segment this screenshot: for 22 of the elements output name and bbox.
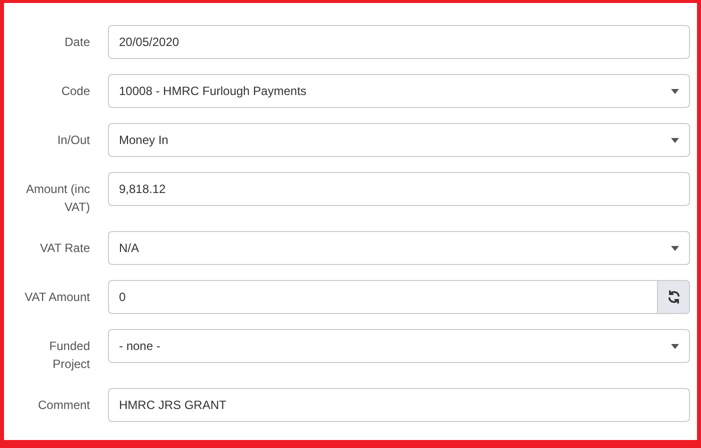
select-field[interactable]: 10008 - HMRC Furlough Payments [108, 74, 690, 108]
field-label: Amount (inc VAT) [24, 181, 90, 216]
select-field[interactable]: - none - [108, 329, 690, 363]
field-label: Code [61, 83, 90, 100]
refresh-button[interactable] [658, 280, 690, 314]
caret-icon [671, 138, 679, 142]
field-label: VAT Rate [40, 240, 90, 257]
caret-icon [671, 88, 679, 94]
input-field[interactable]: 0 [108, 280, 658, 314]
input-field[interactable]: 9,818.12 [108, 172, 690, 206]
field-label: VAT Amount [24, 289, 90, 306]
caret-icon [671, 246, 679, 250]
field-label: In/Out [57, 132, 90, 149]
select-field[interactable]: N/A [108, 231, 690, 265]
field-label: Date [64, 34, 90, 51]
refresh-icon [666, 290, 680, 304]
select-field[interactable]: Money In [108, 123, 690, 157]
input-field[interactable]: 20/05/2020 [108, 25, 690, 59]
caret-icon [671, 344, 679, 348]
field-label: Funded Project [48, 338, 90, 373]
field-label: Comment [38, 397, 90, 414]
input-field[interactable]: HMRC JRS GRANT [108, 388, 690, 422]
